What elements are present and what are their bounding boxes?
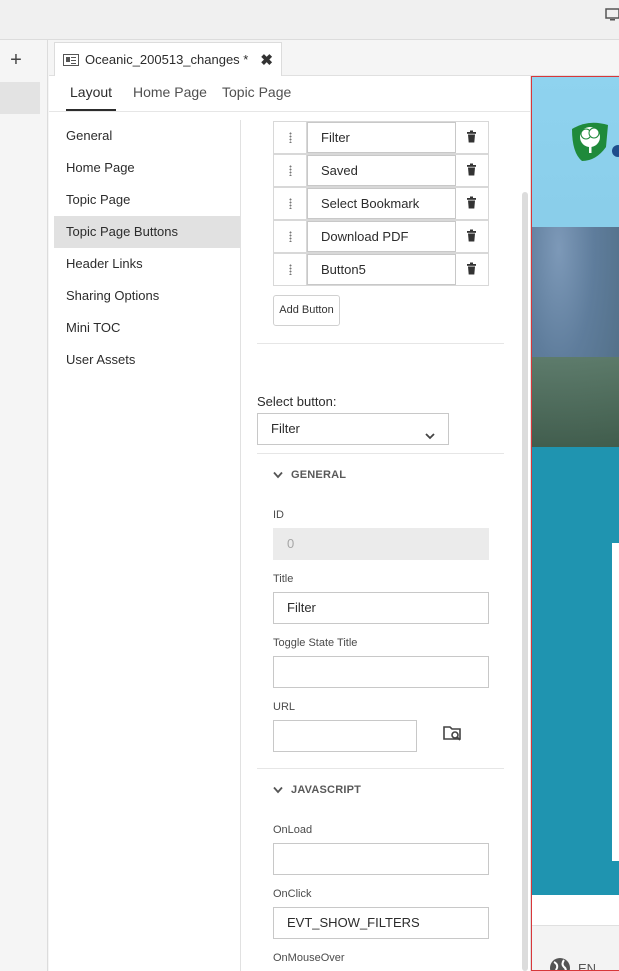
onclick-field[interactable]: EVT_SHOW_FILTERS: [273, 907, 489, 939]
button-label-field[interactable]: Filter: [307, 122, 456, 153]
browse-folder-icon[interactable]: [443, 724, 463, 742]
divider: [257, 453, 504, 454]
language-label: EN: [578, 960, 597, 971]
drag-handle-icon[interactable]: [274, 155, 307, 186]
top-bar: [0, 0, 619, 40]
nav-item-topic-page-buttons[interactable]: Topic Page Buttons: [54, 216, 240, 248]
panel-scrollbar[interactable]: [520, 120, 530, 971]
javascript-section-toggle[interactable]: JAVASCRIPT: [273, 784, 361, 796]
id-field: 0: [273, 528, 489, 560]
layout-preview: EN: [530, 76, 619, 971]
nav-item-mini-toc[interactable]: Mini TOC: [54, 312, 240, 344]
button-row: Button5: [273, 253, 489, 286]
general-section-toggle[interactable]: GENERAL: [273, 469, 346, 481]
onmouseover-label: OnMouseOver: [273, 952, 345, 964]
logo-icon: [568, 117, 619, 167]
preview-content-card: [612, 543, 619, 861]
document-icon: [63, 53, 79, 66]
drag-handle-icon[interactable]: [274, 122, 307, 153]
layout-tabs: Layout Home Page Topic Page: [49, 76, 531, 112]
nav-item-user-assets[interactable]: User Assets: [54, 344, 240, 376]
tab-home-page[interactable]: Home Page: [133, 84, 207, 100]
preview-footer: EN: [532, 925, 619, 971]
left-tool-strip: +: [0, 40, 48, 971]
nav-item-sharing-options[interactable]: Sharing Options: [54, 280, 240, 312]
drag-handle-icon[interactable]: [274, 254, 307, 285]
title-label: Title: [273, 573, 294, 585]
preview-content-band: [532, 447, 619, 895]
selected-strip-item[interactable]: [0, 82, 40, 114]
select-button-label: Select button:: [257, 394, 337, 409]
language-selector[interactable]: EN: [548, 956, 597, 971]
url-label: URL: [273, 701, 296, 713]
plus-icon[interactable]: +: [6, 50, 26, 70]
chevron-down-icon: [273, 471, 283, 479]
scrollbar-thumb[interactable]: [522, 192, 528, 971]
url-field[interactable]: [273, 720, 417, 752]
tab-layout[interactable]: Layout: [65, 84, 117, 111]
divider: [257, 768, 504, 769]
nav-item-topic-page[interactable]: Topic Page: [54, 184, 240, 216]
nav-item-home-page[interactable]: Home Page: [54, 152, 240, 184]
close-icon[interactable]: ✖: [260, 51, 273, 69]
editor-area: Oceanic_200513_changes * ✖ Layout Home P…: [49, 40, 619, 971]
button-row: Filter: [273, 121, 489, 154]
title-field[interactable]: Filter: [273, 592, 489, 624]
document-tab-bar: Oceanic_200513_changes * ✖: [49, 40, 619, 76]
nav-item-header-links[interactable]: Header Links: [54, 248, 240, 280]
button-label-field[interactable]: Saved: [307, 155, 456, 186]
chevron-down-icon: [424, 423, 436, 453]
toggle-state-title-label: Toggle State Title: [273, 637, 358, 649]
button-row: Download PDF: [273, 220, 489, 253]
toggle-state-title-field[interactable]: [273, 656, 489, 688]
trash-icon[interactable]: [455, 188, 488, 219]
general-section-heading: GENERAL: [291, 469, 347, 481]
trash-icon[interactable]: [455, 254, 488, 285]
monitor-icon[interactable]: [605, 8, 619, 22]
select-button-dropdown[interactable]: Filter: [257, 413, 449, 445]
javascript-section-heading: JAVASCRIPT: [291, 784, 362, 796]
preview-frame: EN: [531, 76, 619, 971]
button-row: Select Bookmark: [273, 187, 489, 220]
tab-topic-page[interactable]: Topic Page: [222, 84, 291, 100]
button-label-field[interactable]: Select Bookmark: [307, 188, 456, 219]
onload-label: OnLoad: [273, 824, 313, 836]
drag-handle-icon[interactable]: [274, 221, 307, 252]
add-button-button[interactable]: Add Button: [273, 295, 340, 326]
trash-icon[interactable]: [455, 155, 488, 186]
preview-hero-image: [532, 227, 619, 447]
drag-handle-icon[interactable]: [274, 188, 307, 219]
nav-divider: [240, 120, 241, 971]
select-button-value: Filter: [271, 421, 300, 436]
globe-icon: [550, 958, 570, 970]
button-row: Saved: [273, 154, 489, 187]
button-label-field[interactable]: Button5: [307, 254, 456, 285]
onclick-label: OnClick: [273, 888, 312, 900]
document-tab[interactable]: Oceanic_200513_changes * ✖: [54, 42, 282, 76]
trash-icon[interactable]: [455, 122, 488, 153]
trash-icon[interactable]: [455, 221, 488, 252]
id-label: ID: [273, 509, 284, 521]
chevron-down-icon: [273, 786, 283, 794]
onload-field[interactable]: [273, 843, 489, 875]
document-tab-title: Oceanic_200513_changes *: [85, 52, 249, 67]
nav-item-general[interactable]: General: [54, 120, 240, 152]
settings-nav: General Home Page Topic Page Topic Page …: [54, 120, 240, 376]
button-label-field[interactable]: Download PDF: [307, 221, 456, 252]
divider: [257, 343, 504, 344]
